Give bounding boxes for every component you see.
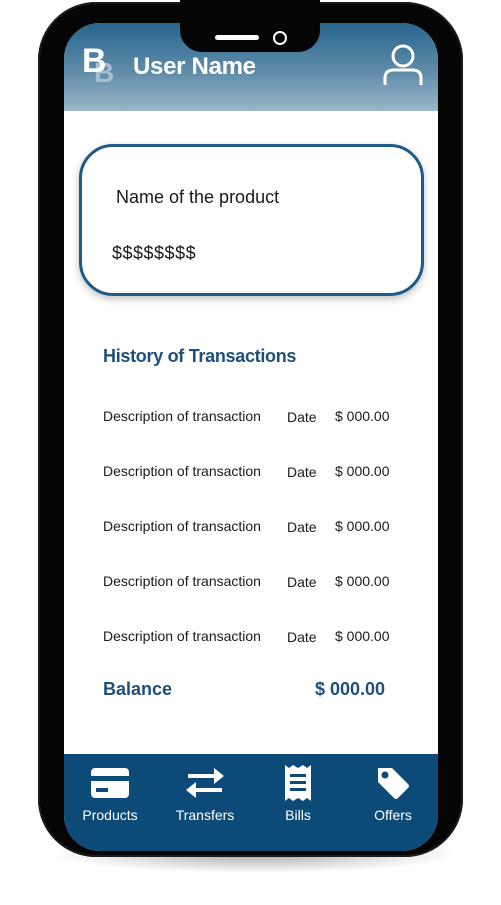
transaction-description: Description of transaction [103, 573, 261, 589]
transaction-row[interactable]: Description of transaction Date $ 000.00 [103, 463, 403, 483]
transaction-amount: $ 000.00 [335, 628, 390, 644]
transaction-amount: $ 000.00 [335, 408, 390, 424]
product-name: Name of the product [116, 187, 280, 207]
nav-item-bills[interactable]: Bills [258, 754, 338, 851]
bottom-nav: Products Transfers Bills Offers [64, 754, 438, 851]
logo-letter: B [82, 42, 107, 80]
nav-label-offers: Offers [374, 807, 412, 823]
transaction-amount: $ 000.00 [335, 463, 390, 479]
transaction-date: Date [287, 519, 317, 535]
credit-card-icon [91, 768, 129, 798]
transaction-date: Date [287, 574, 317, 590]
transaction-description: Description of transaction [103, 408, 261, 424]
nav-item-offers[interactable]: Offers [353, 754, 433, 851]
nav-label-products: Products [82, 807, 138, 823]
transaction-row[interactable]: Description of transaction Date $ 000.00 [103, 573, 403, 593]
balance-value: $ 000.00 [315, 679, 386, 699]
transaction-row[interactable]: Description of transaction Date $ 000.00 [103, 408, 403, 428]
phone-notch [180, 0, 320, 52]
transaction-description: Description of transaction [103, 463, 261, 479]
transaction-date: Date [287, 629, 317, 645]
product-amount: $$$$$$$$ [112, 243, 197, 263]
user-icon[interactable] [382, 43, 424, 87]
user-name: User Name [133, 53, 256, 80]
tag-icon [378, 768, 409, 799]
receipt-icon [285, 765, 311, 801]
history-title: History of Transactions [103, 346, 297, 366]
transfer-arrows-icon [186, 768, 224, 798]
balance-label: Balance [103, 679, 173, 699]
transaction-date: Date [287, 464, 317, 480]
transaction-amount: $ 000.00 [335, 573, 390, 589]
transaction-description: Description of transaction [103, 628, 261, 644]
transaction-row[interactable]: Description of transaction Date $ 000.00 [103, 518, 403, 538]
product-card[interactable]: Name of the product $$$$$$$$ [79, 144, 424, 296]
nav-item-products[interactable]: Products [70, 754, 150, 851]
nav-label-transfers: Transfers [175, 807, 235, 823]
transaction-amount: $ 000.00 [335, 518, 390, 534]
transaction-row[interactable]: Description of transaction Date $ 000.00 [103, 628, 403, 648]
transaction-date: Date [287, 409, 317, 425]
bank-logo: B B [82, 41, 122, 89]
phone-camera [273, 31, 287, 45]
nav-item-transfers[interactable]: Transfers [165, 754, 245, 851]
phone-speaker [215, 35, 259, 40]
app-screen: B B User Name Name of the product $$$$$$… [64, 23, 438, 851]
transaction-description: Description of transaction [103, 518, 261, 534]
nav-label-bills: Bills [285, 807, 311, 823]
